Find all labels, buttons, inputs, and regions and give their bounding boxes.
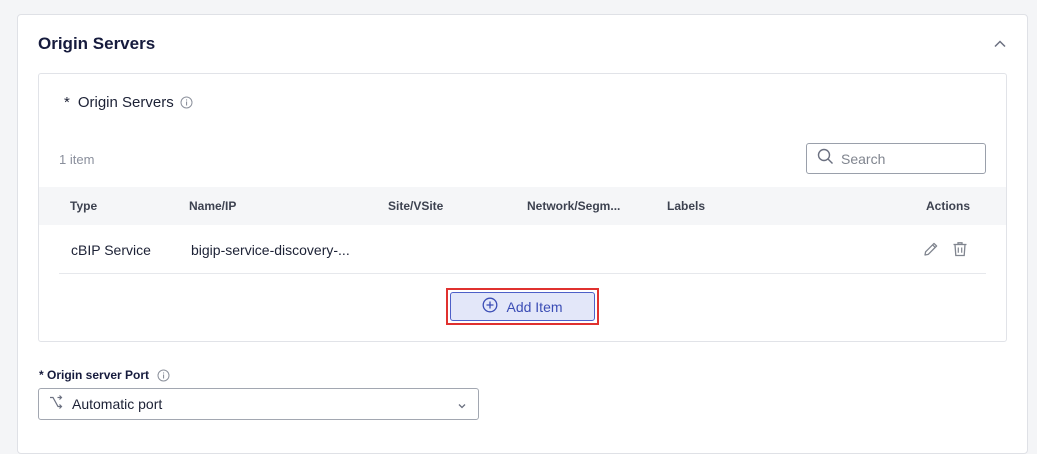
table-header: Type Name/IP Site/VSite Network/Segm... … [39, 187, 1006, 225]
table-row[interactable]: cBIP Service bigip-service-discovery-... [59, 225, 986, 274]
search-input[interactable] [841, 150, 971, 167]
cell-name: bigip-service-discovery-... [191, 242, 350, 258]
list-title: * Origin Servers [64, 94, 193, 111]
required-mark: * [64, 94, 70, 111]
panel-title: Origin Servers [38, 34, 156, 53]
origin-port-label: * Origin server Port [39, 368, 170, 382]
info-icon[interactable] [180, 96, 193, 109]
edit-pencil-icon[interactable] [922, 240, 940, 258]
delete-trash-icon[interactable] [951, 240, 969, 258]
list-title-text: Origin Servers [77, 94, 174, 111]
column-header-network[interactable]: Network/Segm... [527, 199, 620, 213]
origin-port-label-text: Origin server Port [47, 368, 150, 382]
plus-circle-icon [482, 297, 498, 316]
origin-port-value: Automatic port [72, 396, 163, 412]
info-icon[interactable] [157, 369, 170, 382]
origin-servers-panel: Origin Servers * Origin Servers 1 item T… [17, 14, 1028, 454]
cell-type: cBIP Service [71, 242, 151, 258]
chevron-down-icon [456, 399, 468, 411]
search-icon [817, 148, 834, 170]
origin-port-select[interactable]: Automatic port [38, 388, 479, 420]
column-header-type[interactable]: Type [70, 199, 97, 213]
add-item-label: Add Item [506, 298, 563, 315]
column-header-actions: Actions [926, 199, 971, 213]
column-header-site[interactable]: Site/VSite [388, 199, 443, 213]
chevron-up-icon[interactable] [991, 35, 1009, 53]
add-item-button[interactable]: Add Item [450, 292, 595, 321]
search-box[interactable] [806, 143, 986, 174]
shuffle-icon [48, 394, 64, 415]
add-item-highlight: Add Item [446, 288, 599, 325]
origin-servers-list-card: * Origin Servers 1 item Type Name/IP Sit… [38, 73, 1007, 342]
required-mark: * [39, 368, 44, 382]
column-header-name-ip[interactable]: Name/IP [189, 199, 236, 213]
item-count: 1 item [59, 152, 95, 167]
column-header-labels[interactable]: Labels [667, 199, 705, 213]
